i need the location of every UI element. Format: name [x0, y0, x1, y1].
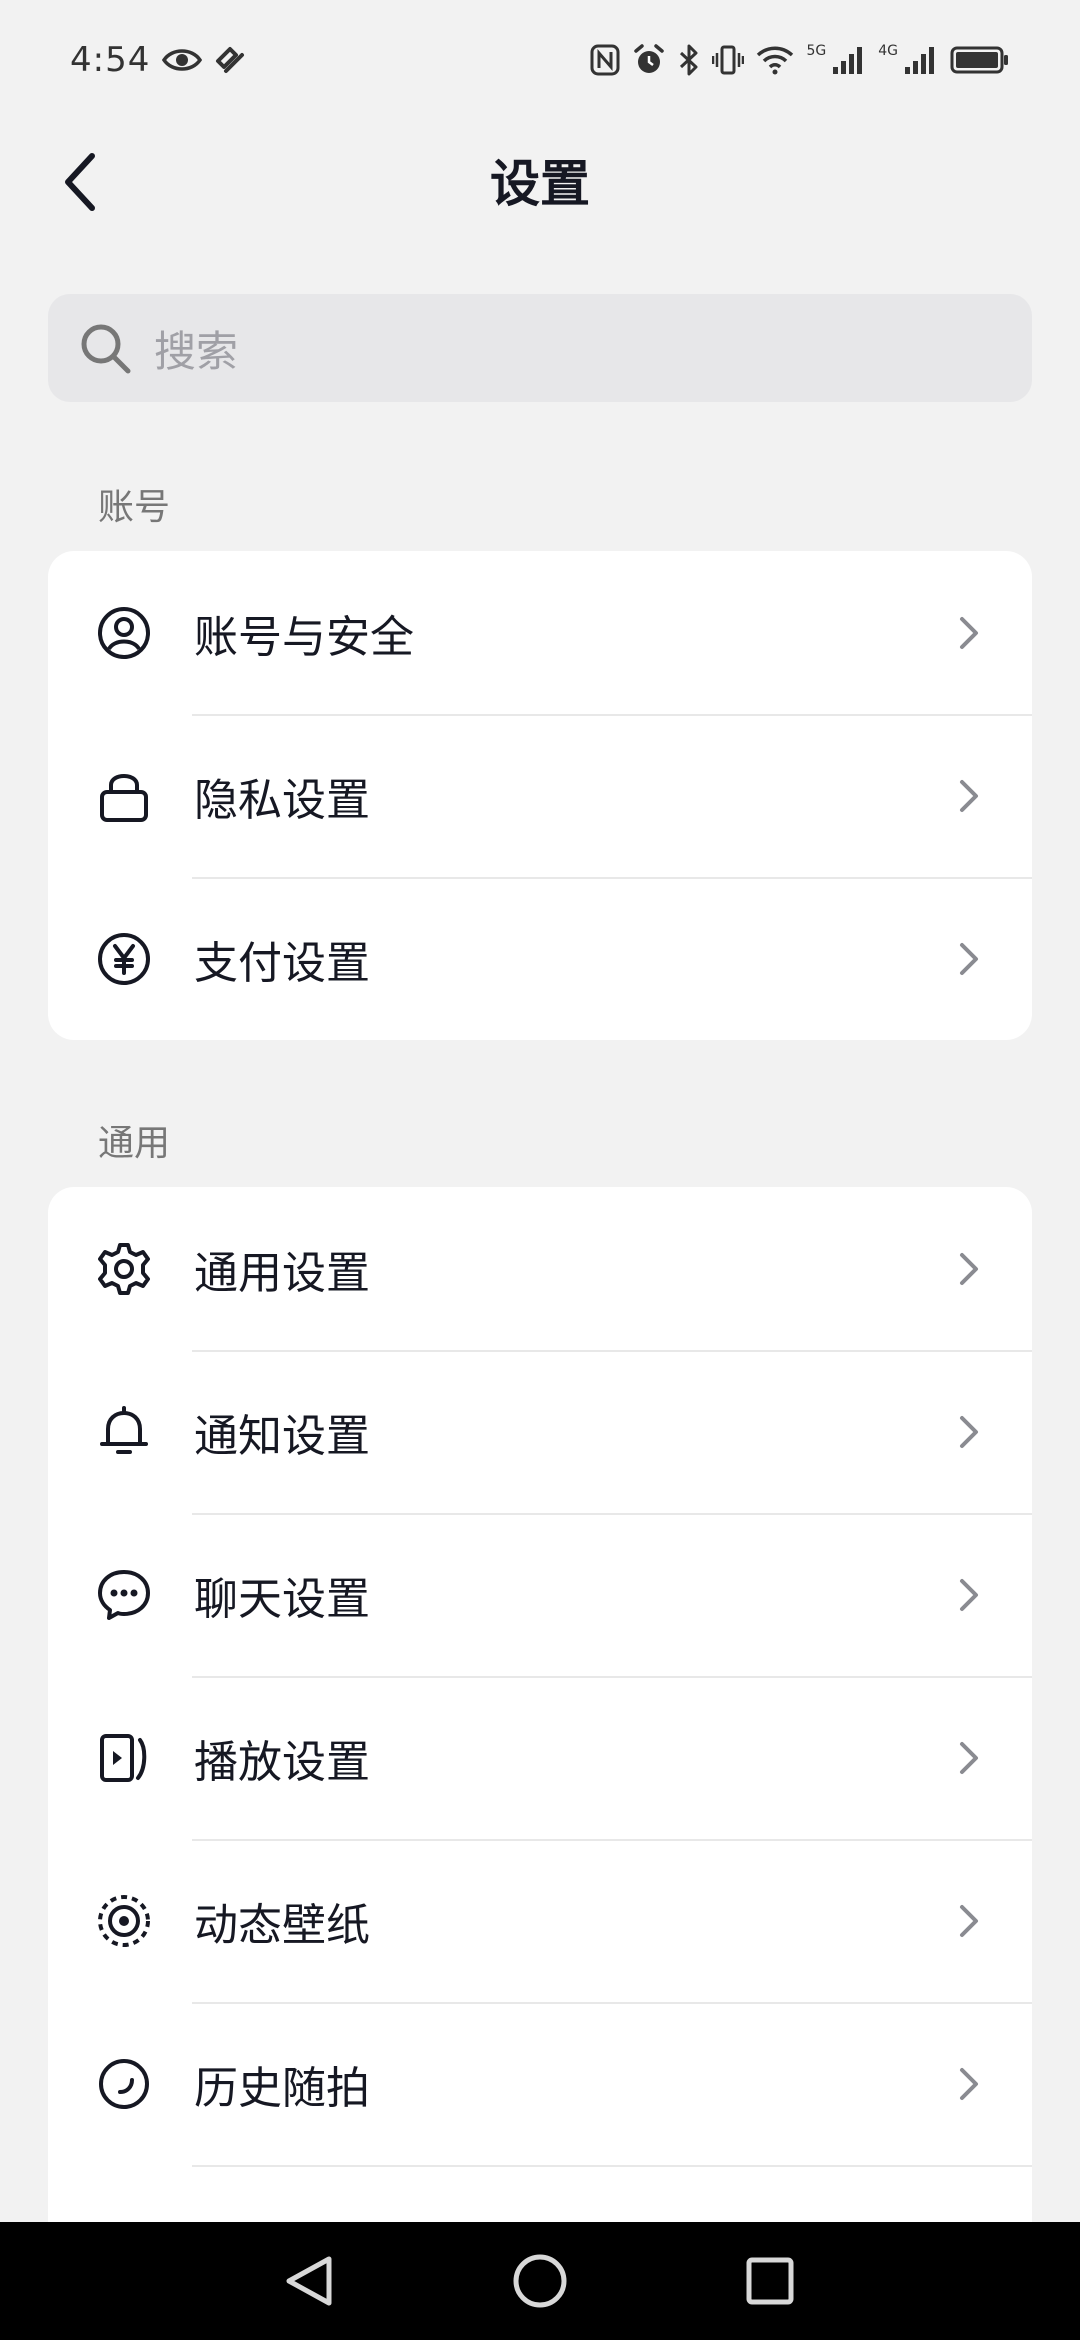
chevron-right-icon [954, 776, 984, 816]
nav-header: 设置 [0, 120, 1080, 240]
square-recents-icon [746, 2257, 794, 2305]
alarm-icon [632, 43, 666, 77]
settings-item-label: 历史随拍 [194, 2062, 370, 2114]
chevron-right-icon [954, 1738, 984, 1778]
settings-item-label: 动态壁纸 [194, 1899, 370, 1951]
chevron-right-icon [954, 2064, 984, 2104]
settings-item-label: 账号与安全 [194, 611, 414, 663]
chevron-right-icon [954, 613, 984, 653]
general-settings-card: 通用设置 通知设置 聊天设置 播放设置 动态壁纸 历史随拍 [48, 1187, 1032, 2227]
account-settings-card: 账号与安全 隐私设置 支付设置 [48, 551, 1032, 1040]
nfc-icon [590, 44, 620, 76]
search-icon [81, 324, 131, 374]
nav-recents-button[interactable] [737, 2248, 803, 2314]
lock-icon [96, 768, 152, 824]
settings-item-live-wallpaper[interactable]: 动态壁纸 [48, 1839, 1032, 2002]
settings-item-label: 播放设置 [194, 1736, 370, 1788]
chevron-right-icon [954, 1412, 984, 1452]
vibrate-icon [712, 44, 745, 76]
circle-home-icon [513, 2254, 567, 2308]
live-wallpaper-icon [96, 1893, 152, 1949]
app-notification-icon [214, 45, 246, 75]
eye-icon [162, 46, 203, 74]
settings-item-label: 聊天设置 [194, 1573, 370, 1625]
section-label-general: 通用 [98, 1123, 171, 1164]
nav-back-button[interactable] [276, 2248, 342, 2314]
status-bar: 4:54 5G 4G [0, 0, 1080, 120]
battery-icon [950, 45, 1010, 75]
nav-home-button[interactable] [507, 2248, 573, 2314]
settings-item-general[interactable]: 通用设置 [48, 1187, 1032, 1350]
user-circle-icon [96, 605, 152, 661]
yen-icon [96, 931, 152, 987]
bell-icon [96, 1404, 152, 1460]
signal-icon [904, 45, 938, 75]
chevron-right-icon [954, 1575, 984, 1615]
chat-bubble-icon [96, 1567, 152, 1623]
status-right: 5G 4G [590, 43, 1010, 77]
settings-item-label: 支付设置 [194, 937, 370, 989]
play-screen-icon [96, 1730, 152, 1786]
section-label-account: 账号 [98, 487, 171, 528]
wifi-icon [756, 45, 794, 75]
search-input[interactable]: 搜索 [48, 294, 1032, 402]
status-time: 4:54 [70, 40, 151, 80]
settings-item-playback[interactable]: 播放设置 [48, 1676, 1032, 1839]
chevron-right-icon [954, 1249, 984, 1289]
page-title: 设置 [490, 155, 590, 213]
settings-item-label: 通用设置 [194, 1247, 370, 1299]
system-nav-bar [0, 2222, 1080, 2340]
signal-icon [832, 45, 866, 75]
settings-item-partial[interactable] [48, 2165, 1032, 2227]
chevron-right-icon [954, 939, 984, 979]
settings-item-history-snaps[interactable]: 历史随拍 [48, 2002, 1032, 2165]
gear-icon [96, 1241, 152, 1297]
settings-item-label: 隐私设置 [194, 774, 370, 826]
triangle-back-icon [286, 2256, 332, 2306]
status-left: 4:54 [70, 40, 246, 80]
network-5g-label: 5G [806, 43, 827, 59]
chevron-right-icon [954, 1901, 984, 1941]
chevron-left-icon [65, 153, 95, 211]
settings-item-label: 通知设置 [194, 1410, 370, 1462]
search-placeholder: 搜索 [154, 326, 239, 376]
history-icon [96, 2056, 152, 2112]
settings-item-payment[interactable]: 支付设置 [48, 877, 1032, 1040]
back-button[interactable] [40, 142, 120, 222]
settings-item-privacy[interactable]: 隐私设置 [48, 714, 1032, 877]
settings-item-chat[interactable]: 聊天设置 [48, 1513, 1032, 1676]
bluetooth-icon [678, 43, 700, 77]
settings-item-account-security[interactable]: 账号与安全 [48, 551, 1032, 714]
network-4g-label: 4G [878, 43, 898, 59]
settings-item-notifications[interactable]: 通知设置 [48, 1350, 1032, 1513]
